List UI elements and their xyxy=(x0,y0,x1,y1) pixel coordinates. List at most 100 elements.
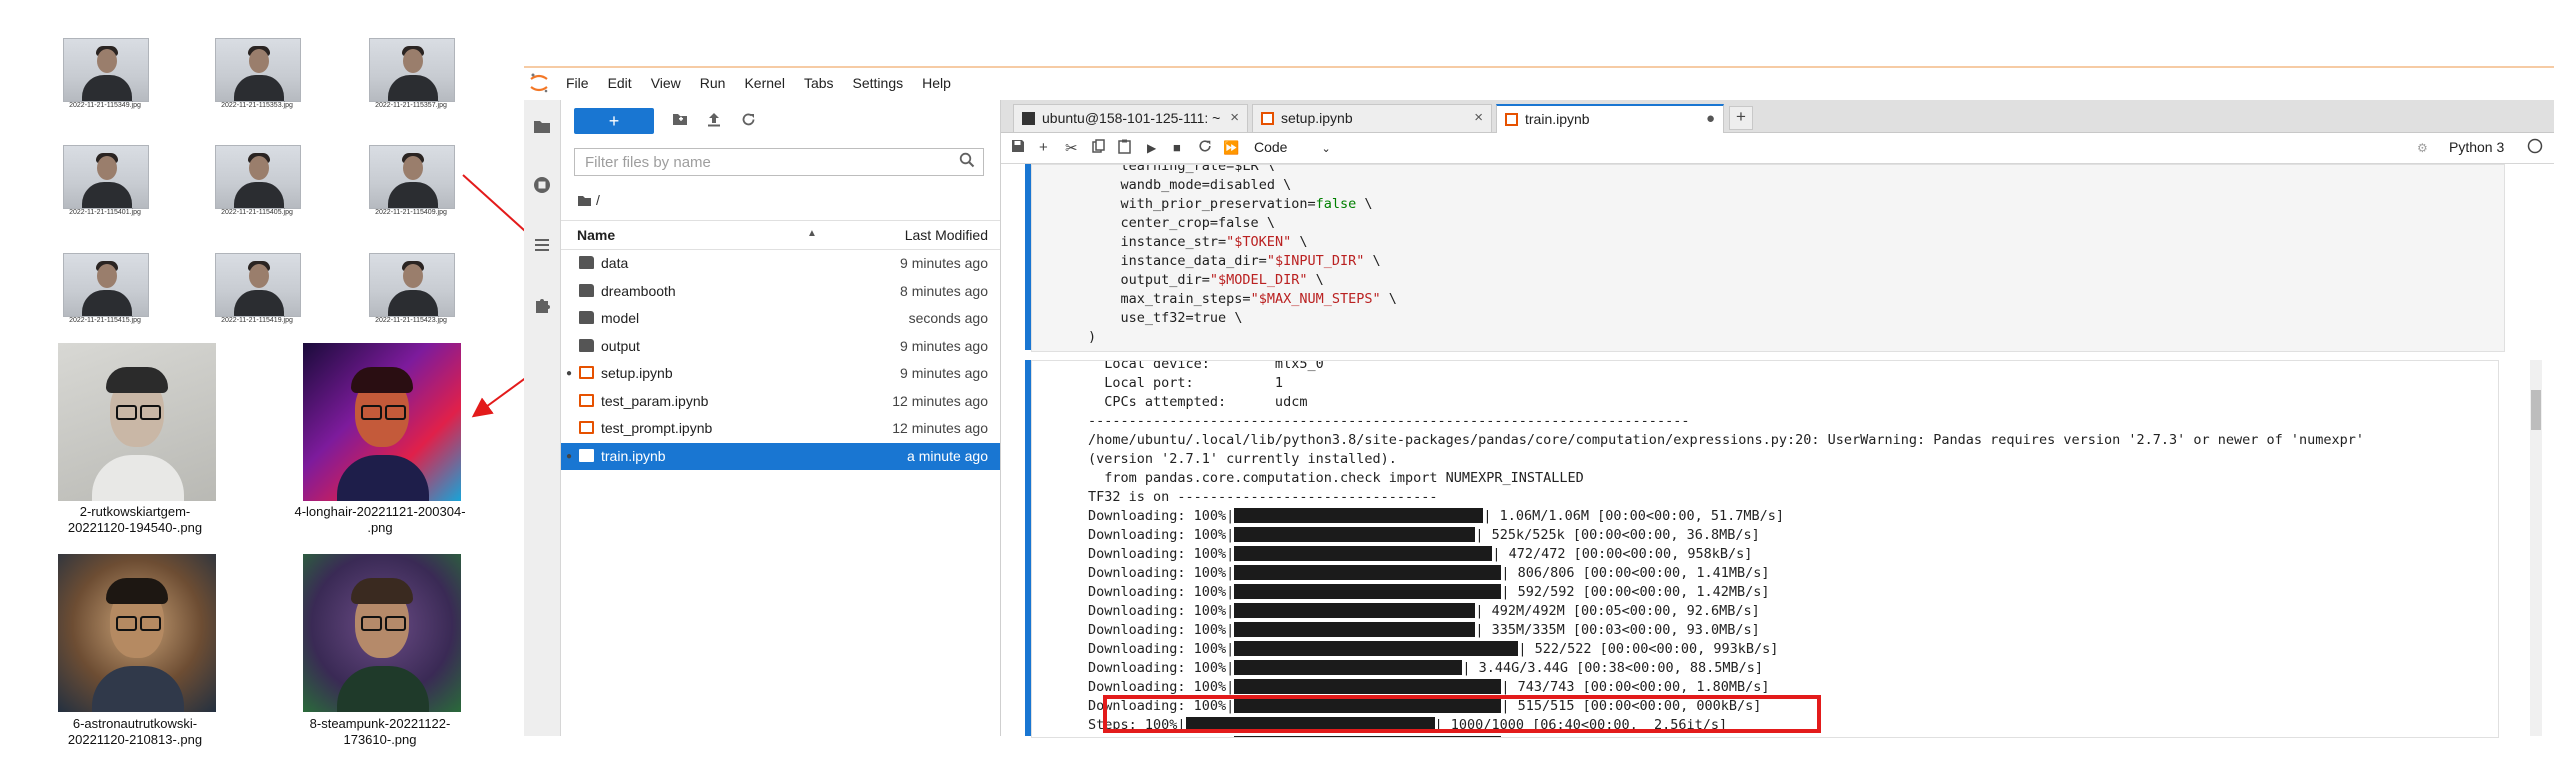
menu-tabs[interactable]: Tabs xyxy=(804,75,834,91)
folder-icon xyxy=(577,194,592,210)
progress-line: Downloading: 100%| | 522/522 [00:00<00:00… xyxy=(1088,640,2364,659)
scrollbar-thumb[interactable] xyxy=(2531,390,2541,430)
file-modified: 9 minutes ago xyxy=(900,365,988,381)
restart-kernel-icon[interactable] xyxy=(1198,139,1212,157)
progress-prefix: Downloading: 100%| xyxy=(1088,527,1235,543)
file-modified: a minute ago xyxy=(907,447,988,464)
code-editor[interactable]: learning_rate=$LR \ wandb_mode=disabled … xyxy=(1088,165,1397,347)
stop-kernel-icon[interactable]: ■ xyxy=(1173,140,1181,155)
file-modified: 9 minutes ago xyxy=(900,255,988,271)
notebook-icon xyxy=(579,393,594,407)
code-token: "$MODEL_DIR" xyxy=(1209,272,1308,288)
output-text-line: Local device: mlx5_0 xyxy=(1088,360,1324,372)
file-row[interactable]: output 9 minutes ago xyxy=(561,333,1000,360)
code-token: with_prior_preservation= xyxy=(1088,196,1316,212)
file-list-header: Name ▲ Last Modified xyxy=(561,220,1000,250)
tab-label: train.ipynb xyxy=(1525,111,1590,127)
progress-prefix: Downloading: 100%| xyxy=(1088,641,1235,657)
unsaved-indicator-icon[interactable]: ● xyxy=(1706,110,1715,127)
code-line: wandb_mode=disabled \ xyxy=(1088,176,1397,195)
menu-kernel[interactable]: Kernel xyxy=(744,75,784,91)
run-cell-icon[interactable]: ▶ xyxy=(1147,141,1156,155)
code-token: \ xyxy=(1356,196,1373,212)
file-row[interactable]: ● setup.ipynb 9 minutes ago xyxy=(561,360,1000,387)
progress-suffix: | 592/592 [00:00<00:00, 1.42MB/s] xyxy=(1501,584,1770,600)
kernel-activity-icon: ⚙ xyxy=(2417,141,2428,155)
folder-icon[interactable] xyxy=(533,118,551,136)
code-token: "$MAX_NUM_STEPS" xyxy=(1250,291,1381,307)
menubar: File Edit View Run Kernel Tabs Settings … xyxy=(524,68,970,98)
commands-palette-icon[interactable] xyxy=(533,236,551,254)
close-tab-icon[interactable]: × xyxy=(1474,109,1483,126)
tab-1[interactable]: ubuntu@158-101-125-111: ~ × xyxy=(1013,104,1248,132)
cell-type-select[interactable]: Code ⌄ xyxy=(1254,139,1331,155)
save-icon[interactable] xyxy=(1011,139,1025,157)
code-token: "$TOKEN" xyxy=(1226,234,1292,250)
code-line: use_tf32=true \ xyxy=(1088,309,1397,328)
menu-view[interactable]: View xyxy=(651,75,681,91)
breadcrumb[interactable]: / xyxy=(577,192,600,210)
new-launcher-button[interactable]: + xyxy=(574,108,654,134)
output-text-line: TF32 is on -----------------------------… xyxy=(1088,489,1438,505)
menu-edit[interactable]: Edit xyxy=(608,75,632,91)
code-token: \ xyxy=(1226,310,1243,326)
code-token: \ xyxy=(1364,253,1381,269)
main-work-area: ubuntu@158-101-125-111: ~ × setup.ipynb × tr… xyxy=(1001,100,2554,738)
code-token: true xyxy=(1193,310,1227,326)
code-token: "$INPUT_DIR" xyxy=(1266,253,1365,269)
code-token: ) xyxy=(1088,329,1097,345)
code-cell[interactable]: learning_rate=$LR \ wandb_mode=disabled … xyxy=(1031,164,2505,352)
progress-prefix: Downloading: 100%| xyxy=(1088,679,1235,695)
upload-icon[interactable] xyxy=(707,112,721,131)
file-name: output xyxy=(601,337,640,354)
steps-highlight-box xyxy=(1103,695,1821,733)
progress-line: Downloading: 100%| | 1.06M/1.06M [00:00<0… xyxy=(1088,507,2364,526)
file-row[interactable]: dreambooth 8 minutes ago xyxy=(561,278,1000,305)
breadcrumb-root[interactable]: / xyxy=(596,192,600,208)
menu-help[interactable]: Help xyxy=(922,75,951,91)
menu-file[interactable]: File xyxy=(566,75,589,91)
output-text-line: /home/ubuntu/.local/lib/python3.8/site-p… xyxy=(1088,432,2365,448)
tab-bar: ubuntu@158-101-125-111: ~ × setup.ipynb × tr… xyxy=(1001,100,2554,133)
run-all-icon[interactable]: ⏩ xyxy=(1223,140,1239,156)
output-line: /home/ubuntu/.local/lib/python3.8/site-p… xyxy=(1088,431,2364,450)
extension-manager-icon[interactable] xyxy=(533,296,551,314)
copy-icon[interactable] xyxy=(1092,139,1105,157)
refresh-icon[interactable] xyxy=(741,112,756,131)
output-text-line: from pandas.core.computation.check impor… xyxy=(1088,470,1584,486)
tab-label: ubuntu@158-101-125-111: ~ xyxy=(1042,110,1221,126)
output-text: Local device: mlx5_0 Local port: 1 CPCs … xyxy=(1088,360,2364,737)
kernel-name[interactable]: Python 3 xyxy=(2449,139,2504,155)
close-tab-icon[interactable]: × xyxy=(1230,109,1239,126)
file-row[interactable]: test_param.ipynb 12 minutes ago xyxy=(561,388,1000,415)
file-row[interactable]: ● train.ipynb a minute ago xyxy=(561,442,1000,470)
menu-settings[interactable]: Settings xyxy=(853,75,904,91)
code-line: learning_rate=$LR \ xyxy=(1088,165,1397,176)
file-row[interactable]: data 9 minutes ago xyxy=(561,250,1000,277)
cut-icon[interactable]: ✂ xyxy=(1065,139,1078,157)
column-modified-header[interactable]: Last Modified xyxy=(905,227,988,243)
column-name-header[interactable]: Name xyxy=(577,227,615,243)
code-token: output_dir= xyxy=(1088,272,1210,288)
file-row[interactable]: model seconds ago xyxy=(561,305,1000,332)
file-modified: 9 minutes ago xyxy=(900,337,988,354)
running-sessions-icon[interactable] xyxy=(533,176,551,194)
menu-run[interactable]: Run xyxy=(700,75,726,91)
file-filter-input[interactable]: Filter files by name xyxy=(574,148,984,176)
insert-cell-icon[interactable]: + xyxy=(1039,139,1048,156)
new-folder-icon[interactable] xyxy=(672,112,688,130)
progress-suffix: | 543/543 [00:00<00:00, 875kB/s] xyxy=(1501,736,1761,737)
tab-3[interactable]: train.ipynb ● xyxy=(1496,104,1724,133)
progress-bar xyxy=(1234,603,1476,618)
code-token: disabled xyxy=(1209,177,1275,193)
progress-suffix: | 1.06M/1.06M [00:00<00:00, 51.7MB/s] xyxy=(1483,508,1785,524)
progress-suffix: | 522/522 [00:00<00:00, 993kB/s] xyxy=(1518,641,1779,657)
code-line: with_prior_preservation=false \ xyxy=(1088,195,1397,214)
file-row[interactable]: test_prompt.ipynb 12 minutes ago xyxy=(561,415,1000,442)
output-scrollbar[interactable] xyxy=(2530,360,2542,736)
paste-icon[interactable] xyxy=(1118,139,1131,158)
new-tab-button[interactable]: + xyxy=(1729,106,1753,130)
code-token: \ xyxy=(1274,177,1292,193)
output-line: from pandas.core.computation.check impor… xyxy=(1088,469,2364,488)
tab-2[interactable]: setup.ipynb × xyxy=(1252,104,1492,132)
